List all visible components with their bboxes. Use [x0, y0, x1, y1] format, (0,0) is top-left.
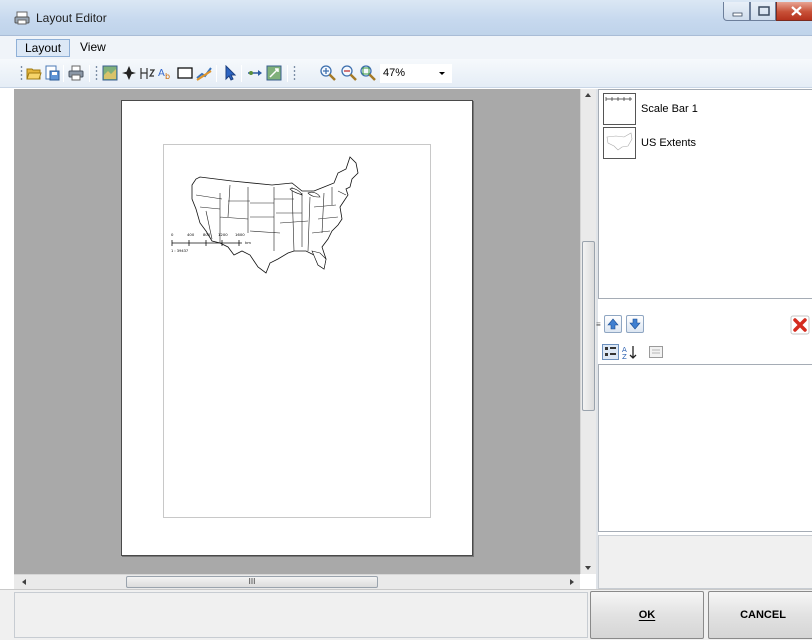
horizontal-scroll-thumb[interactable]: III [126, 576, 378, 588]
scroll-down-icon[interactable] [585, 566, 591, 570]
list-item-us-extents[interactable]: US Extents [601, 127, 811, 161]
toolbar: Ab 47% [0, 59, 812, 88]
title-bar: Layout Editor [0, 0, 812, 36]
scale-ratio: 1 : 39437 [171, 249, 188, 253]
ok-button[interactable]: OK [590, 591, 704, 639]
element-order-bar [598, 312, 812, 336]
insert-map-icon[interactable] [102, 65, 118, 81]
arrow-down-icon [629, 318, 641, 330]
minimize-icon [732, 12, 743, 17]
scale-tick-label: 400 [187, 232, 195, 237]
list-item-label: US Extents [641, 137, 697, 149]
close-icon [791, 6, 802, 16]
close-button[interactable] [776, 2, 812, 21]
select-icon[interactable] [222, 65, 238, 81]
alphabetical-icon[interactable]: A Z [622, 344, 638, 360]
property-grid[interactable] [598, 364, 812, 532]
pan-icon[interactable] [247, 65, 263, 81]
svg-text:b: b [165, 72, 170, 81]
zoom-value: 47% [383, 67, 406, 79]
arrow-up-icon [607, 318, 619, 330]
menu-bar: Layout View [0, 36, 812, 59]
layout-page[interactable]: 0 400 800 1200 1600 km 1 : 39437 [121, 100, 473, 556]
open-icon[interactable] [26, 65, 42, 81]
map-frame-us-extents[interactable]: 0 400 800 1200 1600 km 1 : 39437 [162, 147, 362, 277]
scale-tick-label: 1200 [218, 232, 228, 237]
scale-bar-icon[interactable] [139, 65, 155, 81]
delete-icon[interactable] [790, 315, 810, 335]
scale-tick-label: 0 [171, 232, 174, 237]
print-icon[interactable] [68, 65, 84, 81]
scroll-right-icon[interactable] [570, 579, 574, 585]
vertical-scroll-thumb[interactable] [582, 241, 595, 411]
toolbar-grip[interactable] [20, 65, 23, 82]
vertical-scrollbar[interactable] [580, 89, 596, 574]
toolbar-grip-2[interactable] [95, 65, 98, 82]
printer-app-icon [14, 11, 30, 25]
maximize-icon [758, 6, 770, 16]
scale-bar-thumb-icon [605, 97, 632, 101]
layout-element-list[interactable]: Scale Bar 1 US Extents [598, 89, 812, 299]
menu-view[interactable]: View [72, 39, 114, 57]
svg-text:Z: Z [622, 353, 627, 360]
zoom-in-icon[interactable] [320, 65, 336, 81]
map-thumbnail [603, 127, 636, 159]
scale-tick-label: 800 [203, 232, 211, 237]
scale-tick-label: 1600 [235, 232, 245, 237]
cancel-button-label: CANCEL [740, 609, 786, 621]
scale-unit: km [245, 240, 251, 245]
property-description [598, 535, 812, 589]
categorized-icon[interactable] [602, 344, 619, 360]
chevron-down-icon [439, 72, 445, 75]
rectangle-icon[interactable] [177, 65, 193, 81]
move-up-button[interactable] [604, 315, 622, 333]
property-toolbar: A Z [598, 342, 812, 362]
menu-layout[interactable]: Layout [16, 39, 71, 57]
cancel-button[interactable]: CANCEL [708, 591, 812, 639]
property-pages-icon[interactable] [648, 344, 664, 360]
scale-bar-thumbnail [603, 93, 636, 125]
layout-canvas[interactable]: 0 400 800 1200 1600 km 1 : 39437 [14, 89, 584, 574]
zoom-dropdown[interactable]: 47% [380, 64, 452, 83]
maximize-button[interactable] [750, 2, 776, 21]
ok-button-label: OK [638, 609, 656, 621]
save-icon[interactable] [44, 65, 60, 81]
move-down-button[interactable] [626, 315, 644, 333]
north-arrow-icon[interactable] [121, 65, 137, 81]
scroll-up-icon[interactable] [585, 93, 591, 97]
text-icon[interactable]: Ab [158, 65, 174, 81]
minimize-button[interactable] [723, 2, 750, 21]
svg-text:A: A [158, 68, 165, 79]
status-panel [14, 592, 588, 638]
toolbar-grip-3[interactable] [293, 65, 296, 82]
zoom-out-icon[interactable] [341, 65, 357, 81]
list-item-scale-bar[interactable]: Scale Bar 1 [601, 93, 811, 127]
us-outline [191, 156, 359, 274]
horizontal-scrollbar[interactable]: III [14, 574, 580, 589]
bitmap-icon[interactable] [196, 65, 212, 81]
map-thumb-icon [606, 132, 633, 151]
window-title: Layout Editor [36, 11, 107, 25]
scroll-left-icon[interactable] [22, 579, 26, 585]
zoom-to-map-icon[interactable] [266, 65, 282, 81]
zoom-full-icon[interactable] [360, 65, 376, 81]
bottom-bar: OK CANCEL [0, 589, 812, 640]
list-item-label: Scale Bar 1 [641, 103, 698, 115]
